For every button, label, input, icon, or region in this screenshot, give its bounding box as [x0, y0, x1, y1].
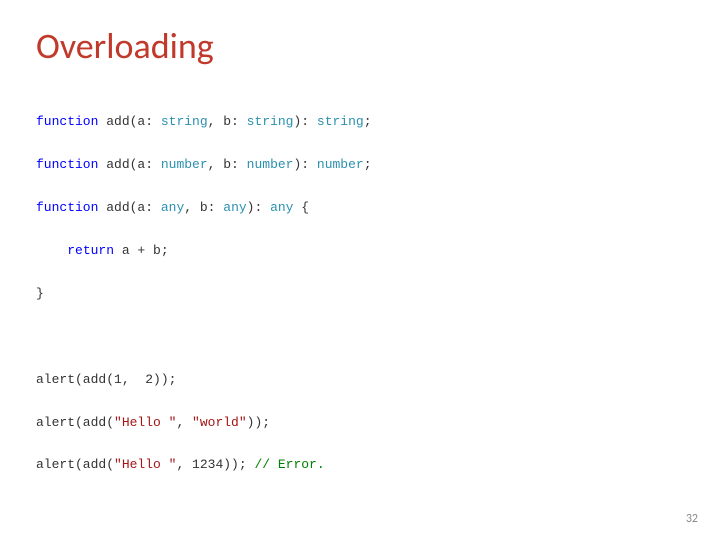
code-block: function add(a: string, b: string): stri… [36, 90, 684, 519]
code-line-5: } [36, 283, 684, 304]
type-string: string [247, 114, 294, 129]
code-text: ; [364, 114, 372, 129]
code-text: { [293, 200, 309, 215]
code-text: ): [293, 157, 316, 172]
code-text: add(a: [98, 114, 160, 129]
slide: Overloading function add(a: string, b: s… [0, 0, 720, 540]
code-text: ; [364, 157, 372, 172]
code-text: } [36, 286, 44, 301]
slide-title: Overloading [36, 24, 684, 68]
type-string: string [161, 114, 208, 129]
code-text: add(a: [98, 200, 160, 215]
code-line-1: function add(a: string, b: string): stri… [36, 111, 684, 132]
keyword-function: function [36, 114, 98, 129]
string-literal: "Hello " [114, 415, 176, 430]
code-text: , b: [208, 157, 247, 172]
type-number: number [317, 157, 364, 172]
code-text: , 1234)); [176, 457, 254, 472]
type-number: number [247, 157, 294, 172]
code-text: , [176, 415, 192, 430]
code-line-3: function add(a: any, b: any): any { [36, 197, 684, 218]
code-text: alert(add(1, 2)); [36, 372, 176, 387]
type-any: any [223, 200, 246, 215]
code-text: ): [293, 114, 316, 129]
keyword-return: return [67, 243, 114, 258]
code-indent [36, 243, 67, 258]
comment: // Error. [254, 457, 324, 472]
string-literal: "Hello " [114, 457, 176, 472]
code-line-8: alert(add("Hello ", "world")); [36, 412, 684, 433]
code-line-9: alert(add("Hello ", 1234)); // Error. [36, 454, 684, 475]
code-text: )); [247, 415, 270, 430]
code-text: add(a: [98, 157, 160, 172]
code-text: alert(add( [36, 457, 114, 472]
code-text: , b: [208, 114, 247, 129]
type-any: any [161, 200, 184, 215]
page-number: 32 [686, 512, 698, 526]
code-text: , b: [184, 200, 223, 215]
code-text: ): [247, 200, 270, 215]
code-line-2: function add(a: number, b: number): numb… [36, 154, 684, 175]
keyword-function: function [36, 200, 98, 215]
string-literal: "world" [192, 415, 247, 430]
code-line-6 [36, 326, 684, 347]
code-text: a + b; [114, 243, 169, 258]
keyword-function: function [36, 157, 98, 172]
code-line-7: alert(add(1, 2)); [36, 369, 684, 390]
type-any: any [270, 200, 293, 215]
code-line-4: return a + b; [36, 240, 684, 261]
type-number: number [161, 157, 208, 172]
code-text: alert(add( [36, 415, 114, 430]
type-string: string [317, 114, 364, 129]
